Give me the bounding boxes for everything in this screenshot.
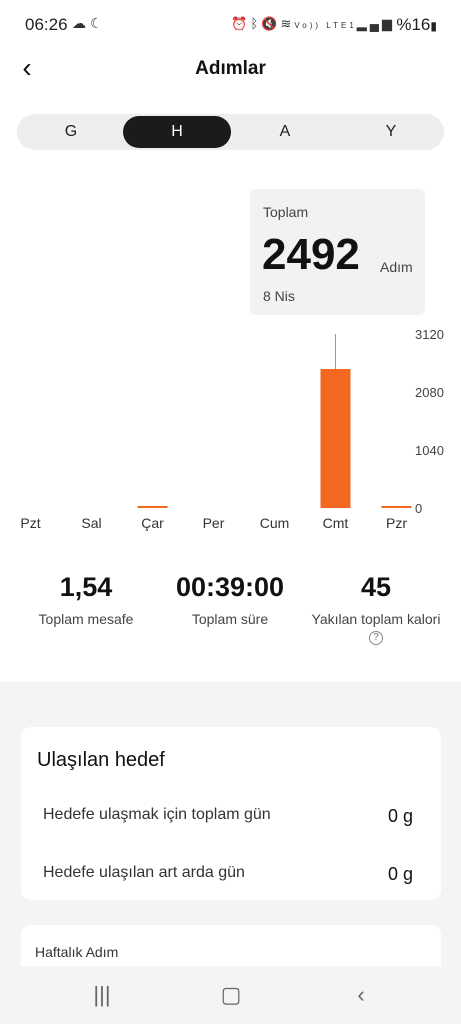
chart-bar[interactable] <box>381 506 412 508</box>
metrics-row: 1,54 Toplam mesafe 00:39:00 Toplam süre … <box>0 572 461 662</box>
screen: 06:26 ☁☾ ⏰ᛒ🔇≋Vo)) LTE1▂▄▆ %16▮ ‹ Adımlar… <box>0 0 461 1024</box>
status-left-icons: ☁☾ <box>72 15 107 32</box>
tab-week[interactable]: H <box>123 116 231 148</box>
tooltip-unit: Adım <box>380 259 413 275</box>
metric-distance: 1,54 Toplam mesafe <box>18 572 154 627</box>
status-bar: 06:26 ☁☾ ⏰ᛒ🔇≋Vo)) LTE1▂▄▆ %16▮ <box>0 0 461 50</box>
chart-bar[interactable] <box>137 506 168 508</box>
x-tick-label: Çar <box>141 515 164 531</box>
wifi-icon: ≋ <box>280 16 295 31</box>
metric-calories: 45 Yakılan toplam kalori ? <box>305 572 447 645</box>
battery-level: %16▮ <box>396 15 437 35</box>
metric-calories-label: Yakılan toplam kalori <box>311 611 441 627</box>
metric-distance-label: Toplam mesafe <box>38 611 134 627</box>
metric-calories-value: 45 <box>360 572 392 602</box>
home-button[interactable]: ▢ <box>211 980 251 1010</box>
system-nav-bar: ||| ▢ ‹ <box>0 966 461 1024</box>
chart-tooltip: Toplam 2492 Adım 8 Nis <box>250 189 425 315</box>
bluetooth-icon: ᛒ <box>250 16 262 31</box>
y-tick-label: 2080 <box>415 385 444 400</box>
recent-apps-button[interactable]: ||| <box>82 980 122 1010</box>
goal-row-label: Hedefe ulaşmak için toplam gün <box>43 806 271 823</box>
x-tick-label: Sal <box>81 515 101 531</box>
moon-icon: ☾ <box>90 15 107 31</box>
goal-card-title: Ulaşılan hedef <box>37 749 165 771</box>
battery-icon: ▮ <box>430 19 437 33</box>
goal-row-total-days: Hedefe ulaşmak için toplam gün 0 g <box>43 806 413 826</box>
help-icon[interactable]: ? <box>369 631 383 645</box>
status-right-icons: ⏰ᛒ🔇≋Vo)) LTE1▂▄▆ <box>231 16 395 32</box>
metric-distance-value: 1,54 <box>59 572 113 602</box>
signal-icon: ▂▄▆ <box>356 16 395 31</box>
period-selector: G H A Y <box>17 114 444 150</box>
home-icon: ▢ <box>220 982 242 1007</box>
back-nav-button[interactable]: ‹ <box>341 980 381 1010</box>
tooltip-date: 8 Nis <box>263 288 295 304</box>
status-time: 06:26 <box>25 15 68 34</box>
goal-card: Ulaşılan hedef Hedefe ulaşmak için topla… <box>21 727 441 900</box>
goal-row-streak-days: Hedefe ulaşılan art arda gün 0 g <box>43 864 413 884</box>
goal-row-label: Hedefe ulaşılan art arda gün <box>43 864 245 881</box>
chart-bar[interactable] <box>320 369 351 508</box>
back-nav-icon: ‹ <box>357 982 365 1007</box>
metric-duration-label: Toplam süre <box>191 611 269 627</box>
recent-apps-icon: ||| <box>93 982 111 1007</box>
x-tick-label: Pzr <box>386 515 407 531</box>
tab-day[interactable]: G <box>17 116 125 148</box>
mute-icon: 🔇 <box>261 16 281 31</box>
page-title: Adımlar <box>195 58 266 79</box>
weekly-card-title: Haftalık Adım <box>35 944 119 960</box>
goal-row-value: 0 g <box>387 806 413 826</box>
battery-text: %16 <box>396 15 431 34</box>
y-tick-label: 3120 <box>415 327 444 342</box>
volte-icon: Vo)) LTE1 <box>294 21 357 30</box>
goal-row-value: 0 g <box>387 864 413 884</box>
cloud-icon: ☁ <box>72 15 90 31</box>
y-tick-label: 0 <box>415 501 422 516</box>
tab-month[interactable]: A <box>231 116 339 148</box>
metric-duration: 00:39:00 Toplam süre <box>160 572 300 627</box>
metric-duration-value: 00:39:00 <box>175 572 285 602</box>
x-tick-label: Pzt <box>20 515 40 531</box>
x-tick-label: Per <box>203 515 225 531</box>
tab-year[interactable]: Y <box>337 116 445 148</box>
tooltip-label: Toplam <box>263 204 309 220</box>
x-tick-label: Cmt <box>323 515 349 531</box>
y-tick-label: 1040 <box>415 443 444 458</box>
x-tick-label: Cum <box>260 515 290 531</box>
tooltip-value: 2492 <box>262 230 360 279</box>
alarm-icon: ⏰ <box>231 16 251 31</box>
steps-bar-chart[interactable]: 3120 2080 1040 0 Pzt Sal Çar Per Cum Cmt Pzr <box>0 320 461 535</box>
